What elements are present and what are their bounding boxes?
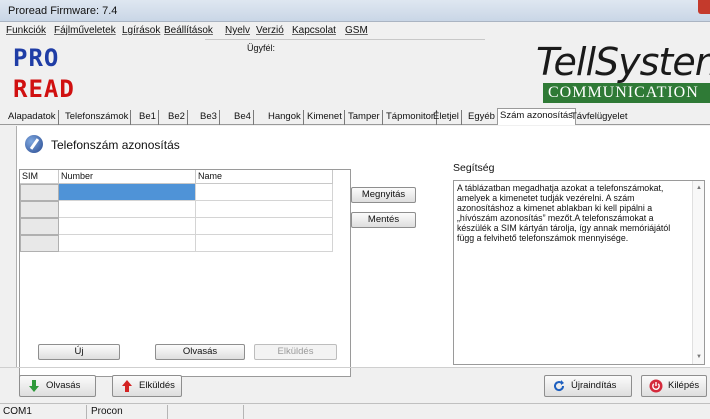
title-bar: Proread Firmware: 7.4 — [0, 0, 710, 22]
open-button[interactable]: Megnyitás — [351, 187, 416, 203]
client-field: Ügyfél: — [205, 39, 485, 56]
client-label: Ügyfél: — [247, 43, 276, 53]
tab-hangok[interactable]: Hangok — [266, 110, 304, 125]
tab-tapmonitor[interactable]: Tápmonitor — [384, 110, 438, 125]
read-button-label: Olvasás — [46, 380, 81, 391]
menu-kapcsolat[interactable]: Kapcsolat — [292, 25, 336, 36]
name-cell[interactable] — [196, 235, 333, 252]
menu-nyelv[interactable]: Nyelv — [225, 25, 250, 36]
table-send-button[interactable]: Elküldés — [254, 344, 337, 360]
close-window-button[interactable] — [698, 0, 710, 14]
bottom-toolbar: Olvasás Elküldés Újraindítás Kilépés — [0, 367, 710, 403]
status-device: Procon — [88, 405, 168, 419]
menu-fajlmuveletek[interactable]: Fájlműveletek — [54, 25, 116, 36]
help-text: A táblázatban megadhatja azokat a telefo… — [457, 183, 671, 243]
number-cell[interactable] — [59, 218, 196, 235]
panel-title: Telefonszám azonosítás — [51, 138, 180, 152]
send-button[interactable]: Elküldés — [112, 375, 182, 397]
column-header-sim[interactable]: SIM — [20, 170, 59, 184]
name-cell[interactable] — [196, 218, 333, 235]
tab-tamper[interactable]: Tamper — [346, 110, 383, 125]
down-arrow-icon — [29, 380, 39, 392]
tab-tavfelugyelet[interactable]: Távfelügyelet — [569, 110, 630, 125]
tab-be4[interactable]: Be4 — [232, 110, 254, 125]
up-arrow-icon — [122, 380, 132, 392]
number-cell[interactable] — [59, 235, 196, 252]
help-scrollbar[interactable]: ▲ ▼ — [692, 181, 704, 364]
name-cell[interactable] — [196, 184, 333, 201]
tab-strip: Alapadatok Telefonszámok Be1 Be2 Be3 Be4… — [0, 108, 710, 125]
status-bar: COM1 Procon — [0, 403, 710, 419]
number-cell[interactable] — [59, 201, 196, 218]
row-header-cell[interactable] — [20, 184, 59, 201]
proread-logo-read: READ — [13, 75, 75, 103]
exit-button-label: Kilépés — [668, 380, 700, 391]
phone-id-icon — [25, 135, 43, 153]
tab-be3[interactable]: Be3 — [198, 110, 220, 125]
tab-szam-azonositas[interactable]: Szám azonosítás — [497, 108, 576, 125]
row-header-cell[interactable] — [20, 218, 59, 235]
proread-logo-pro: PRO — [13, 44, 60, 72]
tab-telefonszamok[interactable]: Telefonszámok — [63, 110, 132, 125]
tellsystem-communication-band: COMMUNICATION — [543, 83, 710, 103]
refresh-icon — [554, 380, 565, 392]
window-title: Proread Firmware: 7.4 — [8, 5, 118, 17]
header: PRO READ Ügyfél: TellSystem COMMUNICATIO… — [0, 39, 710, 109]
tab-alapadatok[interactable]: Alapadatok — [6, 110, 59, 125]
scroll-up-icon[interactable]: ▲ — [696, 183, 702, 193]
tab-egyeb[interactable]: Egyéb — [466, 110, 497, 125]
table-row[interactable] — [20, 235, 350, 252]
table-row[interactable] — [20, 184, 350, 201]
menu-gsm[interactable]: GSM — [345, 25, 368, 36]
exit-button[interactable]: Kilépés — [641, 375, 707, 397]
scroll-down-icon[interactable]: ▼ — [696, 352, 702, 362]
restart-button[interactable]: Újraindítás — [544, 375, 632, 397]
menu-verzio[interactable]: Verzió — [256, 25, 284, 36]
name-cell[interactable] — [196, 201, 333, 218]
tab-eletjel[interactable]: Életjel — [431, 110, 462, 125]
status-empty-cell — [169, 405, 244, 419]
table-row[interactable] — [20, 218, 350, 235]
status-port: COM1 — [0, 405, 87, 419]
tellsystem-logo: TellSystem — [536, 40, 710, 84]
new-button[interactable]: Új — [38, 344, 120, 360]
restart-button-label: Újraindítás — [571, 380, 617, 391]
tab-kimenet[interactable]: Kimenet — [305, 110, 345, 125]
send-button-label: Elküldés — [139, 380, 175, 391]
tab-be2[interactable]: Be2 — [166, 110, 188, 125]
szam-azonositas-panel: Telefonszám azonosítás SIM Number Name M… — [16, 126, 710, 377]
table-read-button[interactable]: Olvasás — [155, 344, 245, 360]
row-header-cell[interactable] — [20, 201, 59, 218]
tab-be1[interactable]: Be1 — [137, 110, 159, 125]
help-label: Segítség — [453, 162, 495, 174]
row-header-cell[interactable] — [20, 235, 59, 252]
column-header-number[interactable]: Number — [59, 170, 196, 184]
menu-lgirasok[interactable]: Lgírások — [122, 25, 160, 36]
table-row[interactable] — [20, 201, 350, 218]
help-textbox[interactable]: A táblázatban megadhatja azokat a telefo… — [453, 180, 705, 365]
column-header-name[interactable]: Name — [196, 170, 333, 184]
menu-bar: Funkciók Fájlműveletek Lgírások Beállítá… — [0, 22, 710, 39]
power-icon — [649, 379, 663, 393]
menu-funkciok[interactable]: Funkciók — [6, 25, 46, 36]
read-button[interactable]: Olvasás — [19, 375, 96, 397]
save-button[interactable]: Mentés — [351, 212, 416, 228]
menu-beallitasok[interactable]: Beállítások — [164, 25, 213, 36]
number-cell[interactable] — [59, 184, 196, 201]
